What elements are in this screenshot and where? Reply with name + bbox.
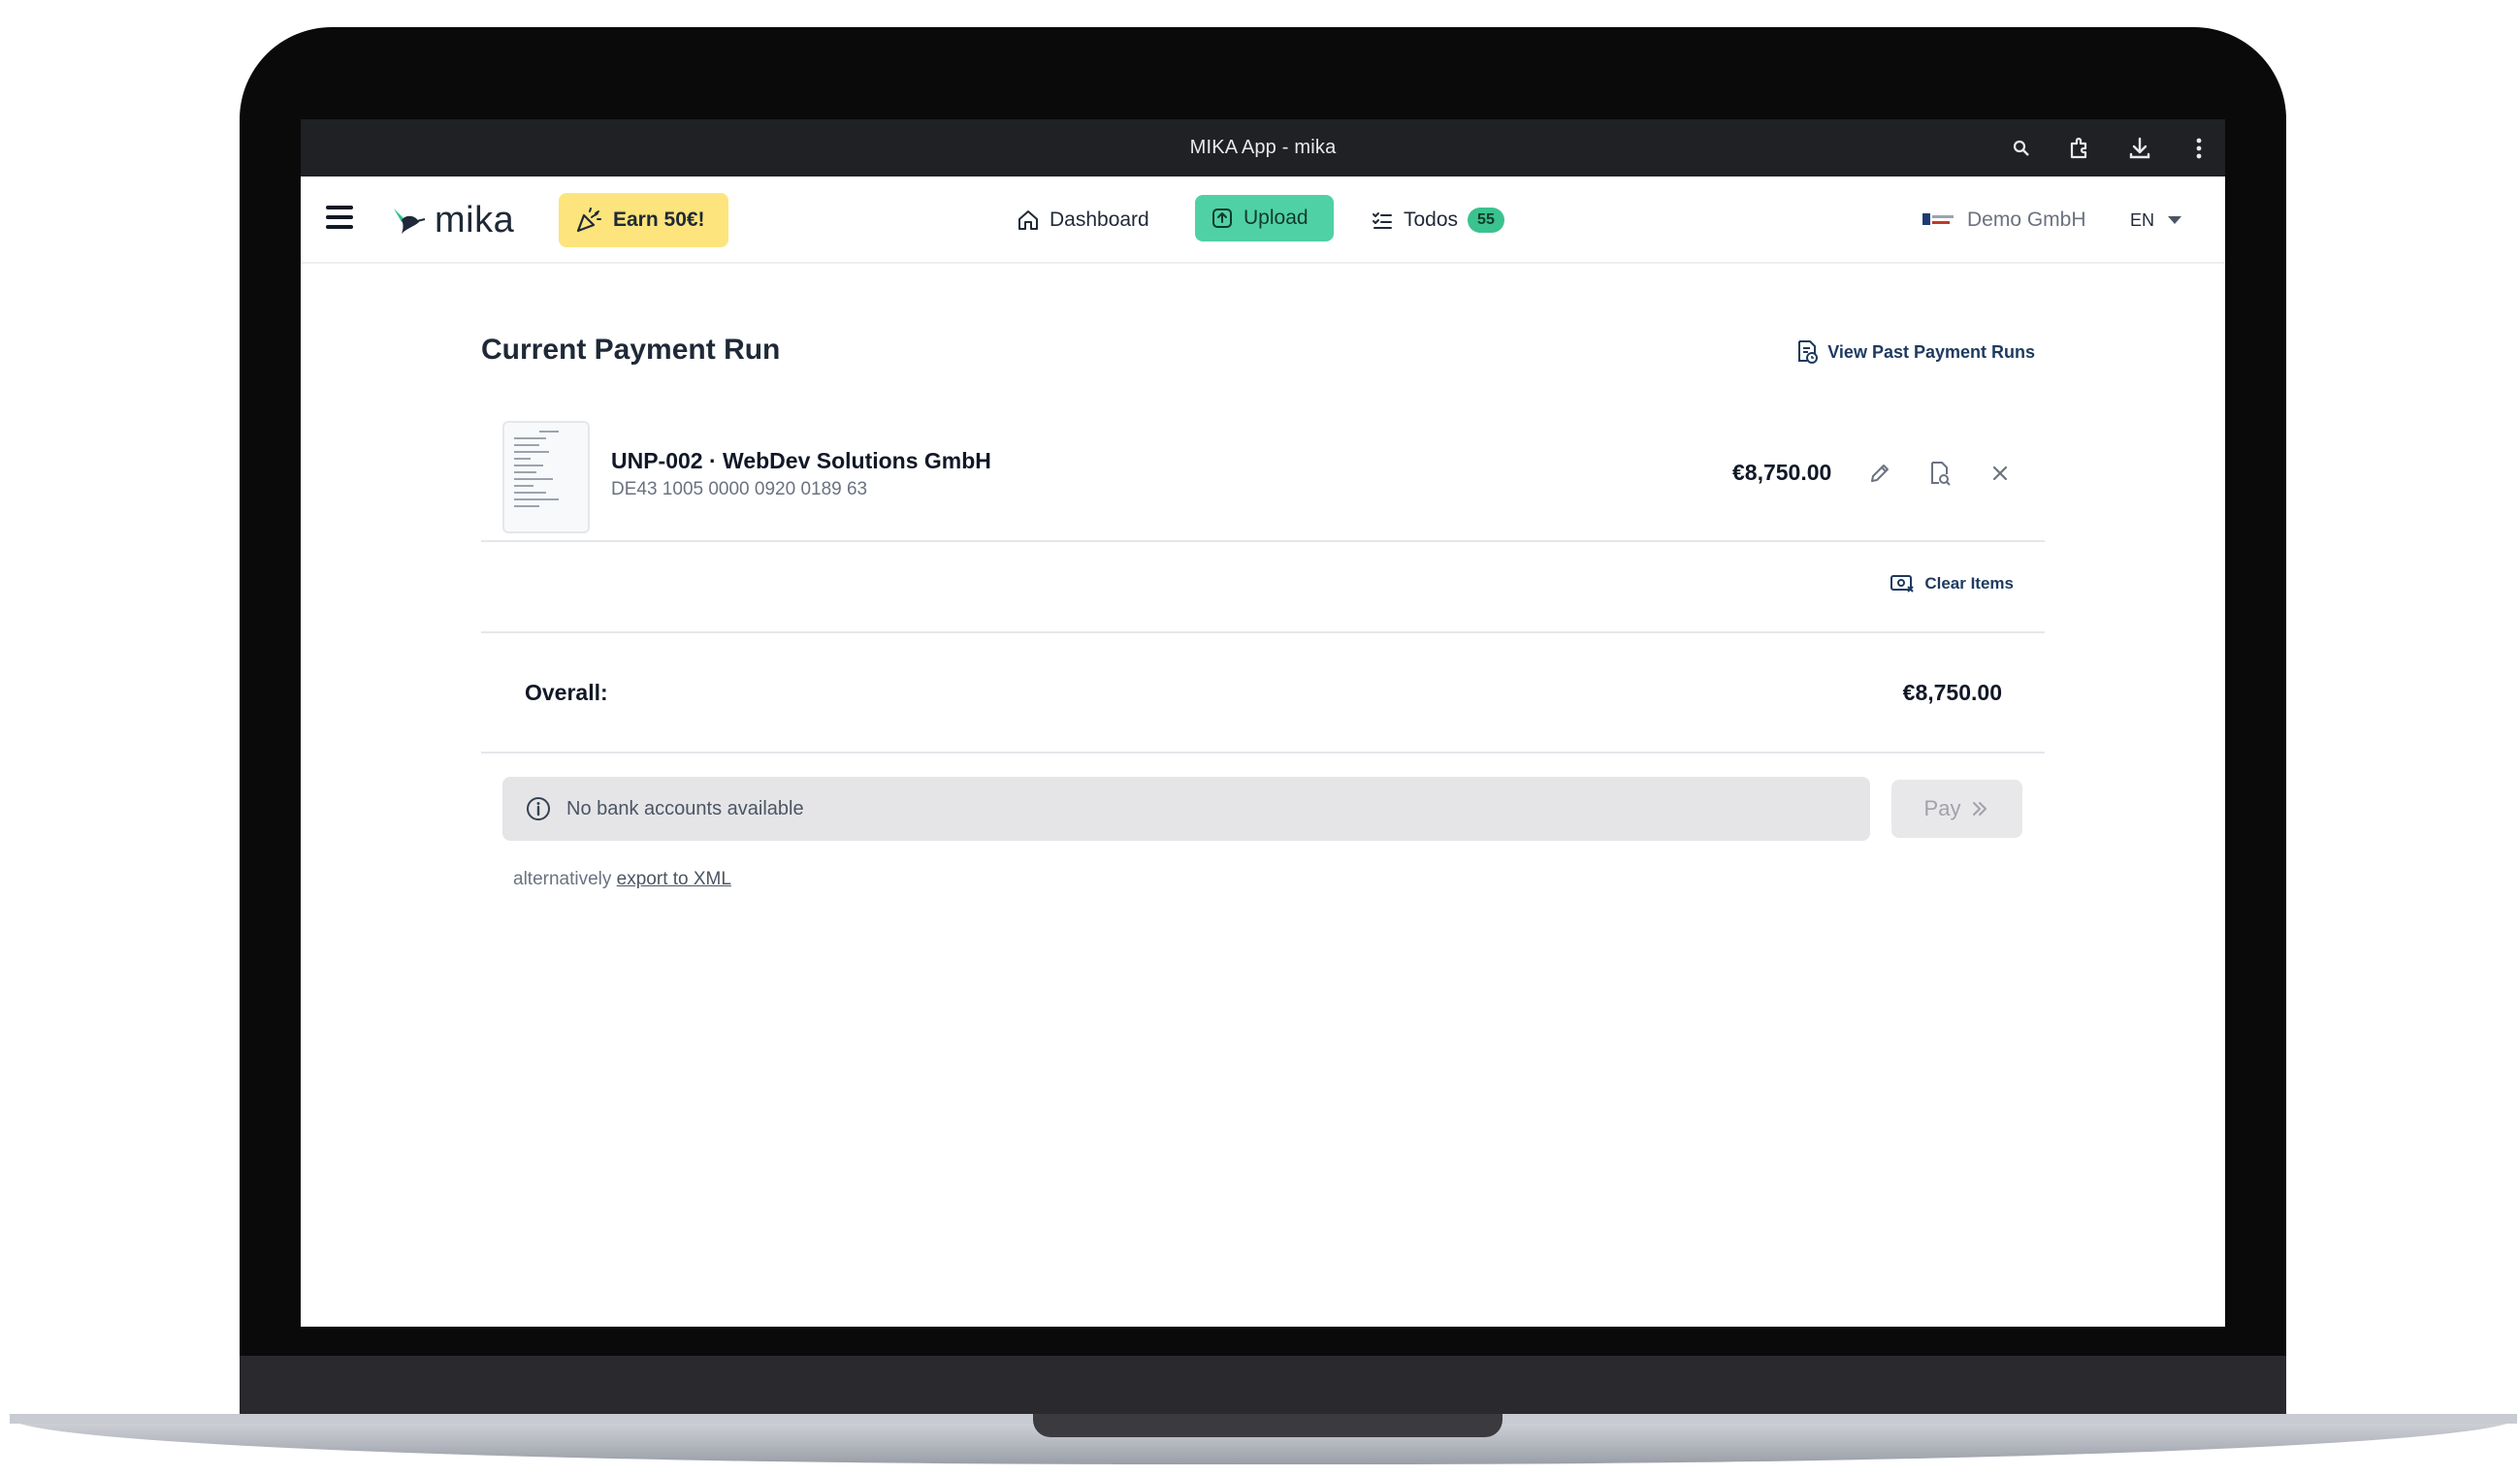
zoom-icon[interactable] [2006,133,2037,164]
hummingbird-icon [394,209,426,234]
earn-button[interactable]: Earn 50€! [559,193,728,247]
nav-todos[interactable]: Todos 55 [1371,196,1504,244]
browser-titlebar: MIKA App - mika [301,119,2225,176]
export-to-xml-link[interactable]: export to XML [617,869,731,889]
alternative-export-line: alternatively export to XML [513,869,731,890]
mika-logo[interactable]: mika [388,196,514,244]
checklist-icon [1373,212,1392,229]
download-icon[interactable] [2124,133,2155,164]
nav-upload[interactable]: Upload [1195,195,1334,241]
logo-text: mika [435,199,515,241]
edit-pencil-icon[interactable] [1864,458,1895,489]
view-past-payment-runs-link[interactable]: View Past Payment Runs [1796,339,2035,365]
window-title: MIKA App - mika [1189,137,1337,158]
earn-label: Earn 50€! [613,209,705,231]
close-icon[interactable] [1985,458,2016,489]
caret-down-icon [2168,216,2182,224]
language-selector[interactable]: EN [2130,196,2182,244]
upload-icon [1212,209,1232,228]
clear-items-row: Clear Items [481,544,2045,633]
extensions-icon[interactable] [2064,133,2095,164]
company-switcher[interactable]: Demo GmbH [1922,196,2086,244]
invoice-thumbnail[interactable] [502,421,590,533]
app-screen: MIKA App - mika mika Earn 50€! Dashboard… [301,119,2225,1327]
main-content: Current Payment Run View Past Payment Ru… [481,264,2045,1327]
document-search-icon[interactable] [1924,458,1955,489]
alternative-prefix: alternatively [513,869,612,889]
clear-items-button[interactable]: Clear Items [1890,573,2014,594]
view-past-payment-runs-label: View Past Payment Runs [1827,341,2035,362]
language-code: EN [2130,209,2155,230]
page-title: Current Payment Run [481,334,781,366]
payment-item-amount: €8,750.00 [1732,460,1832,485]
nav-upload-label: Upload [1244,207,1308,229]
nav-dashboard[interactable]: Dashboard [1017,196,1149,244]
pay-button[interactable]: Pay [1891,780,2022,838]
money-remove-icon [1890,575,1915,593]
clear-items-label: Clear Items [1924,574,2014,593]
overall-row: Overall: €8,750.00 [481,635,2045,754]
app-header: mika Earn 50€! Dashboard Upload Todos 55… [301,176,2225,264]
more-vert-icon[interactable] [2183,133,2214,164]
laptop-mockup: MIKA App - mika mika Earn 50€! Dashboard… [0,0,2520,1476]
party-popper-icon [576,208,601,233]
pay-label: Pay [1923,796,1961,820]
company-logo-icon [1922,209,1955,231]
bank-notice-text: No bank accounts available [566,797,804,819]
company-name: Demo GmbH [1967,209,2086,231]
laptop-notch [1033,1414,1502,1437]
double-chevron-right-icon [1973,802,1987,816]
home-icon [1018,210,1038,230]
overall-label: Overall: [525,680,608,705]
info-icon [527,797,550,820]
bank-account-notice: No bank accounts available [502,777,1870,841]
todos-count-badge: 55 [1468,208,1504,233]
nav-todos-label: Todos [1404,209,1459,231]
overall-value: €8,750.00 [1902,680,2002,705]
nav-dashboard-label: Dashboard [1050,209,1149,231]
document-clock-icon [1798,340,1819,364]
payment-item-title: UNP-002 · WebDev Solutions GmbH [611,448,991,473]
payment-item-row: UNP-002 · WebDev Solutions GmbH DE43 100… [481,409,2045,542]
menu-icon[interactable] [326,206,355,235]
payment-item-iban: DE43 1005 0000 0920 0189 63 [611,479,868,499]
laptop-bottom-bezel [240,1356,2286,1414]
